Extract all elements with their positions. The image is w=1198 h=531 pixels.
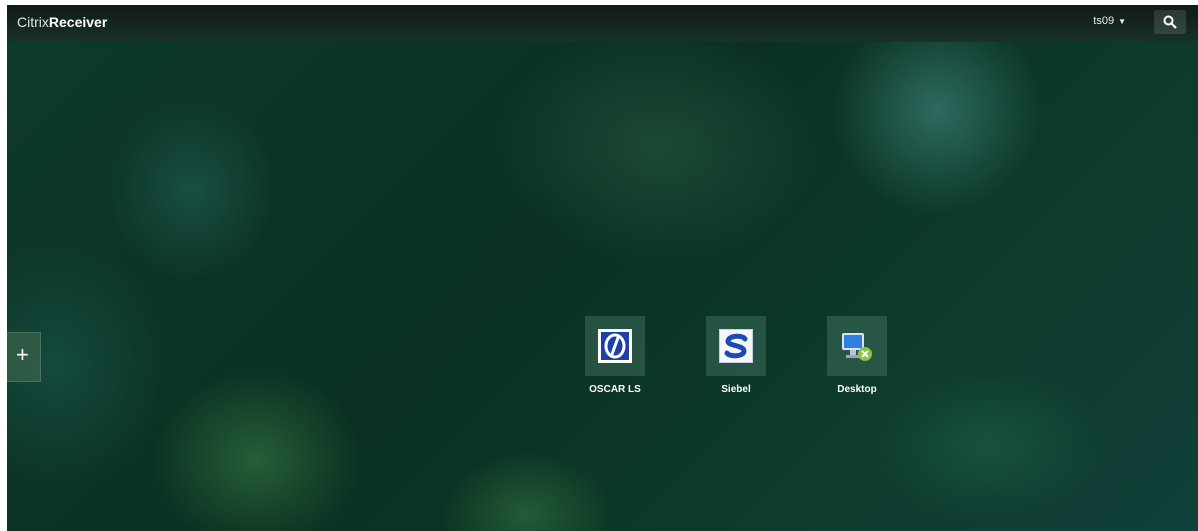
brand-prefix: Citrix xyxy=(17,14,49,30)
app-oscar-ls[interactable]: OSCAR LS xyxy=(570,316,660,395)
app-desktop[interactable]: Desktop xyxy=(812,316,902,395)
receiver-window: CitrixReceiver ts09 ▼ + OSCAR LS Siebel … xyxy=(7,5,1198,531)
search-button[interactable] xyxy=(1154,10,1186,34)
plus-icon: + xyxy=(16,342,29,367)
app-label: Desktop xyxy=(837,384,877,395)
siebel-icon xyxy=(719,329,753,363)
brand-name: Receiver xyxy=(48,14,108,30)
user-name: ts09 xyxy=(1093,15,1115,27)
oscar-ls-icon xyxy=(598,329,632,363)
search-icon xyxy=(1163,15,1177,29)
app-tile[interactable] xyxy=(706,316,766,376)
top-bar: CitrixReceiver ts09 ▼ xyxy=(7,5,1198,42)
app-label: Siebel xyxy=(721,384,751,395)
app-label: OSCAR LS xyxy=(589,384,641,395)
app-siebel[interactable]: Siebel xyxy=(691,316,781,395)
add-apps-button[interactable]: + xyxy=(7,332,41,382)
app-tile[interactable] xyxy=(585,316,645,376)
user-menu[interactable]: ts09 ▼ xyxy=(1093,15,1126,27)
chevron-down-icon: ▼ xyxy=(1118,17,1126,26)
app-tile[interactable] xyxy=(827,316,887,376)
citrix-receiver-logo: CitrixReceiver xyxy=(17,14,107,30)
desktop-icon xyxy=(842,333,872,361)
